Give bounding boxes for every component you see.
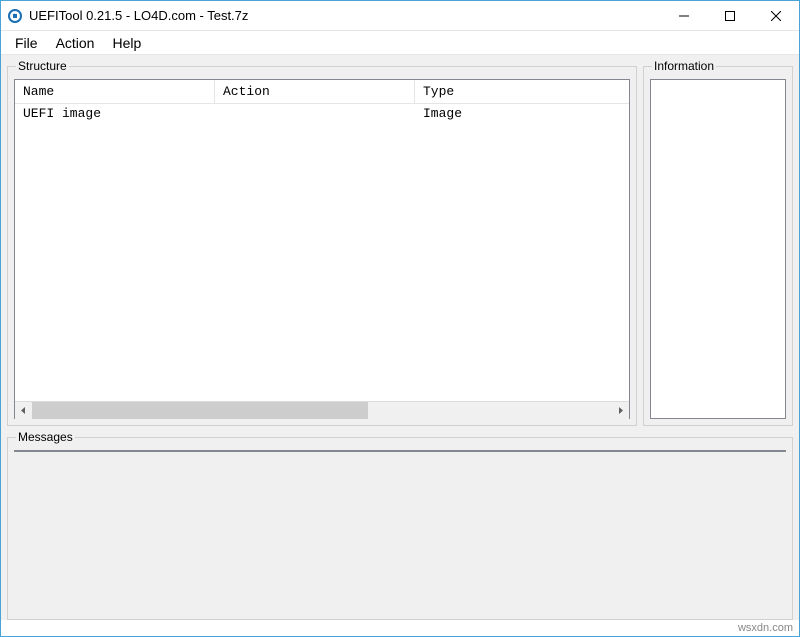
app-icon	[7, 8, 23, 24]
menubar: File Action Help	[1, 31, 799, 55]
scroll-right-button[interactable]	[612, 402, 629, 419]
structure-panel: Structure Name Action Type UEFI image Im…	[7, 59, 637, 426]
cell-action	[215, 104, 415, 123]
window-controls	[661, 1, 799, 30]
menu-file[interactable]: File	[7, 33, 46, 53]
information-title: Information	[652, 59, 716, 73]
titlebar: UEFITool 0.21.5 - LO4D.com - Test.7z	[1, 1, 799, 31]
footer-watermark: wsxdn.com	[1, 620, 799, 636]
messages-body[interactable]	[14, 450, 786, 452]
information-body[interactable]	[650, 79, 786, 419]
scroll-left-button[interactable]	[15, 402, 32, 419]
structure-tree[interactable]: Name Action Type UEFI image Image	[14, 79, 630, 419]
menu-action[interactable]: Action	[48, 33, 103, 53]
messages-title: Messages	[16, 430, 75, 444]
tree-body[interactable]: UEFI image Image	[15, 104, 629, 401]
menu-help[interactable]: Help	[104, 33, 149, 53]
column-action[interactable]: Action	[215, 80, 415, 103]
structure-title: Structure	[16, 59, 69, 73]
horizontal-scrollbar[interactable]	[15, 401, 629, 418]
cell-type: Image	[415, 104, 629, 123]
scroll-track[interactable]	[32, 402, 612, 419]
column-type[interactable]: Type	[415, 80, 629, 103]
top-row: Structure Name Action Type UEFI image Im…	[7, 59, 793, 426]
scroll-thumb[interactable]	[32, 402, 368, 419]
close-button[interactable]	[753, 1, 799, 31]
column-name[interactable]: Name	[15, 80, 215, 103]
tree-row[interactable]: UEFI image Image	[15, 104, 629, 123]
cell-name: UEFI image	[15, 104, 215, 123]
information-panel: Information	[643, 59, 793, 426]
window-title: UEFITool 0.21.5 - LO4D.com - Test.7z	[29, 8, 661, 23]
content-area: Structure Name Action Type UEFI image Im…	[1, 55, 799, 620]
messages-panel: Messages	[7, 430, 793, 620]
maximize-button[interactable]	[707, 1, 753, 31]
minimize-button[interactable]	[661, 1, 707, 31]
tree-header: Name Action Type	[15, 80, 629, 104]
